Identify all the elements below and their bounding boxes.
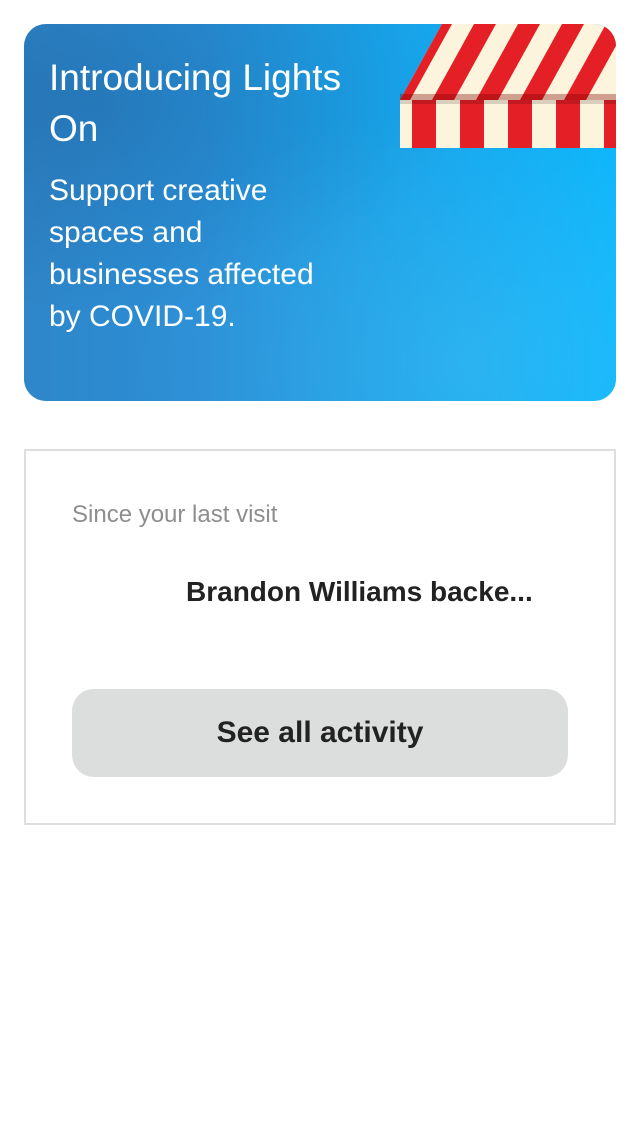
- lights-on-promo-card[interactable]: Introducing Lights On Support creative s…: [24, 24, 616, 401]
- activity-item-text: Brandon Williams backe...: [186, 576, 533, 607]
- see-all-activity-button[interactable]: See all activity: [72, 689, 568, 777]
- since-last-visit-label: Since your last visit: [72, 501, 278, 528]
- activity-item[interactable]: Brandon Williams backe...: [72, 561, 570, 621]
- promo-subtitle: Support creative spaces and businesses a…: [49, 174, 314, 333]
- promo-title: Introducing Lights On: [49, 57, 342, 149]
- activity-card: Since your last visit Brandon Williams b…: [24, 449, 616, 825]
- awning-illustration: [400, 24, 616, 148]
- avatar: [72, 567, 120, 615]
